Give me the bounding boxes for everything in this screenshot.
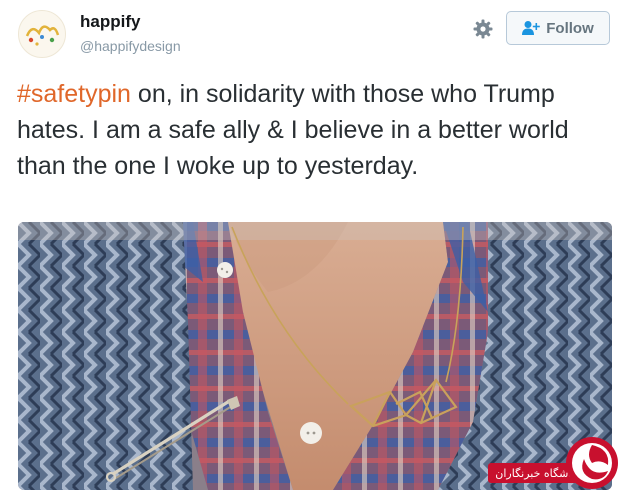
follow-button[interactable]: Follow xyxy=(506,11,610,45)
gear-icon[interactable] xyxy=(473,19,493,39)
happify-logo-icon xyxy=(25,25,60,46)
watermark-text: باشگاه خبرنگاران xyxy=(495,467,574,480)
avatar[interactable] xyxy=(18,10,66,58)
tweet-text: #safetypin on, in solidarity with those … xyxy=(17,76,612,184)
watermark-logo: باشگاه خبرنگاران xyxy=(488,433,620,491)
author-handle[interactable]: @happifydesign xyxy=(80,38,181,54)
hashtag-link[interactable]: #safetypin xyxy=(17,80,131,108)
follow-label: Follow xyxy=(546,19,594,37)
author-name[interactable]: happify xyxy=(80,12,140,32)
add-user-icon xyxy=(522,21,541,35)
